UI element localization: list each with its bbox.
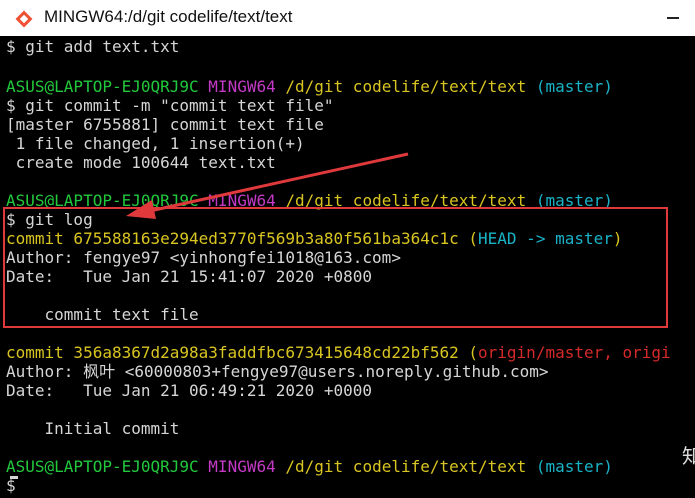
terminal-line-git-commit: $ git commit -m "commit text file" [6, 96, 334, 115]
window-titlebar: MINGW64:/d/git codelife/text/text [0, 0, 695, 36]
prompt-branch: (master) [535, 457, 613, 476]
terminal-line-create-mode: create mode 100644 text.txt [6, 153, 276, 172]
shell-prompt: ASUS@LAPTOP-EJ0QRJ9C MINGW64 /d/git code… [6, 77, 613, 96]
terminal-line-git-add: $ git add text.txt [6, 37, 180, 56]
shell-prompt: ASUS@LAPTOP-EJ0QRJ9C MINGW64 /d/git code… [6, 457, 613, 476]
ref-open-paren: ( [458, 343, 479, 362]
partial-overlay-glyph: 知 [682, 444, 695, 468]
minimize-button[interactable] [653, 0, 695, 36]
prompt-path: /d/git codelife/text/text [285, 457, 527, 476]
commit-author: Author: 枫叶 <60000803+fengye97@users.nore… [6, 362, 549, 381]
terminal-line-files-changed: 1 file changed, 1 insertion(+) [6, 134, 305, 153]
commit-hash: commit 356a8367d2a98a3faddfbc673415648cd… [6, 343, 459, 362]
commit-hash-line: commit 356a8367d2a98a3faddfbc673415648cd… [6, 343, 671, 362]
window-title: MINGW64:/d/git codelife/text/text [44, 7, 293, 26]
git-bash-app-icon [15, 10, 33, 28]
terminal-line-commit-result: [master 6755881] commit text file [6, 115, 324, 134]
terminal-cursor [10, 476, 18, 479]
remote-ref: origin/master, origi [478, 343, 671, 362]
commit-message: Initial commit [6, 419, 180, 438]
minimize-icon [667, 17, 679, 19]
annotation-highlight-box [3, 207, 668, 328]
prompt-path: /d/git codelife/text/text [285, 77, 527, 96]
prompt-user-host: ASUS@LAPTOP-EJ0QRJ9C [6, 77, 199, 96]
prompt-shell: MINGW64 [208, 77, 276, 96]
prompt-user-host: ASUS@LAPTOP-EJ0QRJ9C [6, 457, 199, 476]
prompt-branch: (master) [535, 77, 613, 96]
prompt-shell: MINGW64 [208, 457, 276, 476]
commit-date: Date: Tue Jan 21 06:49:21 2020 +0000 [6, 381, 373, 400]
